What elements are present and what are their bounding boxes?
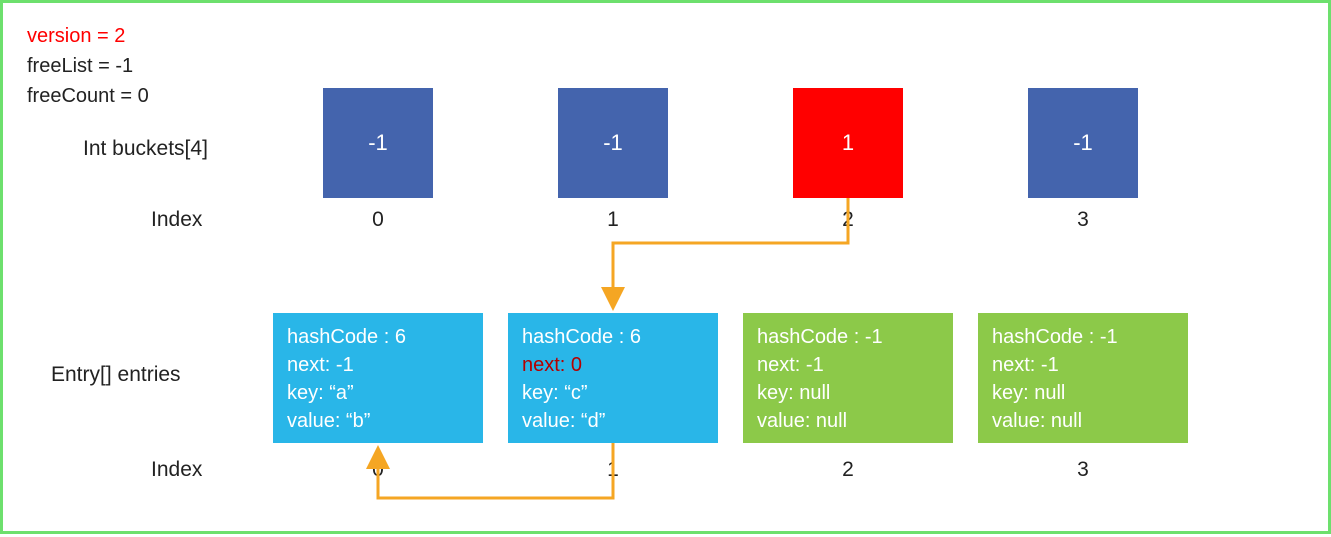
buckets-label: Int buckets[4] [83, 137, 208, 161]
bucket-3: -1 [1028, 88, 1138, 198]
bucket-1-value: -1 [603, 130, 623, 156]
entry-3-next: next: -1 [992, 351, 1174, 379]
entry-1: hashCode : 6 next: 0 key: “c” value: “d” [508, 313, 718, 443]
bucket-2-value: 1 [842, 130, 854, 156]
state-freecount: freeCount = 0 [27, 81, 149, 111]
arrow-layer [3, 3, 1331, 537]
bucket-2: 1 [793, 88, 903, 198]
entry-0: hashCode : 6 next: -1 key: “a” value: “b… [273, 313, 483, 443]
entry-2-key: key: null [757, 379, 939, 407]
diagram-frame: version = 2 freeList = -1 freeCount = 0 … [0, 0, 1331, 534]
state-version: version = 2 [27, 21, 149, 51]
entry-1-hashcode: hashCode : 6 [522, 323, 704, 351]
entry-2-value: value: null [757, 407, 939, 435]
entry-index-1: 1 [508, 458, 718, 482]
entry-index-0: 0 [273, 458, 483, 482]
bucket-index-label: Index [151, 208, 202, 232]
bucket-0: -1 [323, 88, 433, 198]
entry-2-next: next: -1 [757, 351, 939, 379]
entry-0-value: value: “b” [287, 407, 469, 435]
entry-3-value: value: null [992, 407, 1174, 435]
state-block: version = 2 freeList = -1 freeCount = 0 [27, 21, 149, 111]
entries-label: Entry[] entries [51, 363, 181, 387]
bucket-1: -1 [558, 88, 668, 198]
entry-2: hashCode : -1 next: -1 key: null value: … [743, 313, 953, 443]
bucket-index-1: 1 [558, 208, 668, 232]
entry-2-hashcode: hashCode : -1 [757, 323, 939, 351]
entry-index-3: 3 [978, 458, 1188, 482]
bucket-0-value: -1 [368, 130, 388, 156]
entry-3: hashCode : -1 next: -1 key: null value: … [978, 313, 1188, 443]
bucket-index-2: 2 [793, 208, 903, 232]
entry-0-key: key: “a” [287, 379, 469, 407]
entry-0-next: next: -1 [287, 351, 469, 379]
state-freelist: freeList = -1 [27, 51, 149, 81]
entry-3-hashcode: hashCode : -1 [992, 323, 1174, 351]
entry-index-2: 2 [743, 458, 953, 482]
bucket-index-3: 3 [1028, 208, 1138, 232]
entry-3-key: key: null [992, 379, 1174, 407]
entry-index-label: Index [151, 458, 202, 482]
bucket-index-0: 0 [323, 208, 433, 232]
bucket-3-value: -1 [1073, 130, 1093, 156]
entry-1-key: key: “c” [522, 379, 704, 407]
entry-1-value: value: “d” [522, 407, 704, 435]
entry-0-hashcode: hashCode : 6 [287, 323, 469, 351]
entry-1-next: next: 0 [522, 351, 704, 379]
